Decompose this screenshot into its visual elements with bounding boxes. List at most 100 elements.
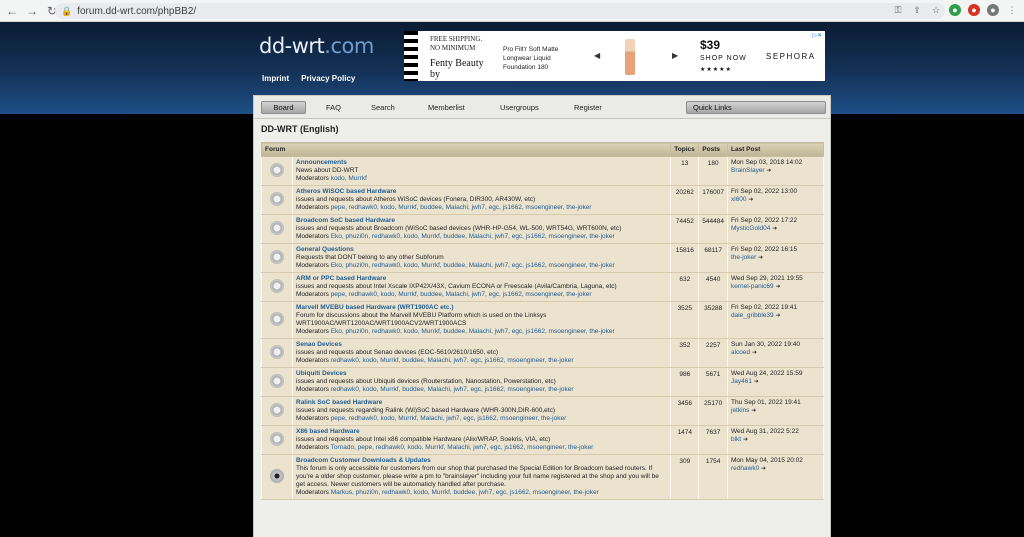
go-to-post-icon[interactable]: ➜ (754, 379, 759, 385)
nav-faq-link[interactable]: FAQ (326, 103, 341, 112)
forum-folder-icon (270, 220, 284, 235)
extension-red-icon[interactable]: ● (968, 4, 980, 16)
forum-name-link[interactable]: Ralink SoC based Hardware (296, 399, 667, 407)
quick-links-button[interactable]: Quick Links (686, 101, 826, 114)
go-to-post-icon[interactable]: ➜ (748, 197, 753, 203)
go-to-post-icon[interactable]: ➜ (761, 466, 766, 472)
moderator-links[interactable]: Tornado, pepe, redhawk0, kodo, Murrkf, M… (331, 444, 594, 451)
last-post-user-link[interactable]: BrainSlayer (731, 167, 765, 174)
forum-name-link[interactable]: Marvell MVEBU based Hardware (WRT1900AC … (296, 304, 667, 312)
moderator-links[interactable]: pepe, redhawk0, kodo, Murrkf, buddee, Ma… (331, 204, 592, 211)
forum-info-cell: ARM or PPC based Hardware issues and requ… (291, 272, 672, 302)
forum-description: This forum is only accessible for custom… (296, 465, 659, 488)
nav-usergroups-link[interactable]: Usergroups (500, 103, 539, 112)
go-to-post-icon[interactable]: ➜ (775, 284, 780, 290)
forum-name-link[interactable]: Atheros WiSOC based Hardware (296, 188, 667, 196)
ad-prev-icon[interactable]: ◀ (594, 51, 600, 60)
forum-status-cell (261, 367, 293, 397)
go-to-post-icon[interactable]: ➜ (751, 408, 756, 414)
last-post-cell: Mon May 04, 2015 20:02 redhawk0 ➜ (727, 454, 824, 500)
moderator-links[interactable]: Markus, phuzi0n, redhawk0, kodo, Murrkf,… (331, 489, 599, 496)
ad-next-icon[interactable]: ▶ (672, 51, 678, 60)
forum-status-cell (261, 425, 293, 455)
forum-name-link[interactable]: Broadcom Customer Downloads & Updates (296, 457, 667, 465)
moderator-links[interactable]: Eko, phuzi0n, redhawk0, kodo, Murrkf, bu… (331, 262, 615, 269)
moderator-links[interactable]: kodo, Murrkf (331, 175, 367, 182)
forum-status-cell (261, 156, 293, 186)
last-post-user-link[interactable]: jetkins (731, 407, 749, 414)
forum-info-cell: X86 based Hardware issues and requests ab… (291, 425, 672, 455)
forum-info-cell: General Questions Requests that DONT belo… (291, 243, 672, 273)
nav-board-button[interactable]: Board (261, 101, 306, 114)
share-icon[interactable]: ⇪ (911, 4, 923, 16)
topics-count: 352 (670, 338, 700, 368)
privacy-policy-link[interactable]: Privacy Policy (301, 74, 355, 83)
last-post-user-link[interactable]: redhawk0 (731, 465, 759, 472)
moderators-label: Moderators (296, 489, 329, 496)
forum-folder-icon (270, 162, 284, 177)
last-post-date: Fri Sep 02, 2022 17:22 (731, 217, 798, 224)
ad-brand: Fenty Beauty by (430, 58, 484, 80)
star-icon[interactable]: ☆ (930, 4, 942, 16)
go-to-post-icon[interactable]: ➜ (758, 255, 763, 261)
forum-info-cell: Broadcom SoC based Hardware issues and re… (291, 214, 672, 244)
last-post-user-link[interactable]: Jay461 (731, 378, 752, 385)
last-post-user-link[interactable]: alcoed (731, 349, 750, 356)
ad-choices-icon[interactable]: ▷✕ (812, 32, 822, 39)
forum-description: issues and requests about Ubiquiti devic… (296, 378, 556, 385)
moderator-links[interactable]: redhawk0, kodo, Murrkf, buddee, Malachi,… (331, 357, 574, 364)
forum-name-link[interactable]: General Questions (296, 246, 667, 254)
forum-name-link[interactable]: Broadcom SoC based Hardware (296, 217, 667, 225)
moderator-links[interactable]: pepe, redhawk0, kodo, Murrkf, Malachi, j… (331, 415, 567, 422)
topics-count: 632 (670, 272, 700, 302)
back-icon[interactable]: ← (4, 3, 20, 19)
extension-green-icon[interactable]: ● (949, 4, 961, 16)
advertisement-banner[interactable]: FREE SHIPPING. NO MINIMUM Fenty Beauty b… (404, 31, 825, 81)
moderator-links[interactable]: Eko, phuzi0n, redhawk0, kodo, Murrkf, bu… (331, 233, 615, 240)
last-post-user-link[interactable]: the-joker (731, 254, 756, 261)
address-bar[interactable]: 🔒 forum.dd-wrt.com/phpBB2/ (55, 3, 945, 19)
last-post-user-link[interactable]: dale_gribble39 (731, 312, 774, 319)
forum-name-link[interactable]: Announcements (296, 159, 667, 167)
forum-name-link[interactable]: X86 based Hardware (296, 428, 667, 436)
last-post-cell: Wed Sep 29, 2021 19:55 kernel-panic69 ➜ (727, 272, 824, 302)
menu-icon[interactable]: ⋮ (1006, 4, 1018, 16)
table-row: Marvell MVEBU based Hardware (WRT1900AC … (261, 301, 824, 339)
topics-count: 986 (670, 367, 700, 397)
board-title[interactable]: DD-WRT (English) (261, 124, 338, 134)
go-to-post-icon[interactable]: ➜ (772, 226, 777, 232)
nav-register-link[interactable]: Register (574, 103, 602, 112)
table-row: Ubiquiti Devices issues and requests abou… (261, 367, 824, 397)
key-icon[interactable]: ⚿ (892, 4, 904, 16)
last-post-user-link[interactable]: kernel-panic69 (731, 283, 774, 290)
nav-search-link[interactable]: Search (371, 103, 395, 112)
last-post-user-link[interactable]: blkt (731, 436, 741, 443)
moderators-label: Moderators (296, 386, 329, 393)
table-row: General Questions Requests that DONT belo… (261, 243, 824, 273)
forward-icon[interactable]: → (24, 3, 40, 19)
last-post-user-link[interactable]: MysticGold04 (731, 225, 770, 232)
extension-gray-icon[interactable]: ● (987, 4, 999, 16)
last-post-user-link[interactable]: xl600 (731, 196, 747, 203)
imprint-link[interactable]: Imprint (262, 74, 289, 83)
site-logo[interactable]: dd-wrt.com (259, 34, 374, 58)
posts-count: 35288 (698, 301, 728, 339)
moderator-links[interactable]: Eko, phuzi0n, redhawk0, kodo, Murrkf, bu… (331, 328, 615, 335)
go-to-post-icon[interactable]: ➜ (752, 350, 757, 356)
moderator-links[interactable]: pepe, redhawk0, kodo, Murrkf, buddee, Ma… (331, 291, 592, 298)
last-post-date: Mon Sep 03, 2018 14:02 (731, 159, 803, 166)
forum-status-cell (261, 396, 293, 426)
header-posts: Posts (698, 142, 728, 157)
last-post-cell: Mon Sep 03, 2018 14:02 BrainSlayer ➜ (727, 156, 824, 186)
ad-shop-now[interactable]: SHOP NOW (700, 55, 747, 62)
forum-name-link[interactable]: ARM or PPC based Hardware (296, 275, 667, 283)
ad-tagline: FREE SHIPPING. NO MINIMUM (430, 35, 483, 52)
go-to-post-icon[interactable]: ➜ (775, 313, 780, 319)
moderator-links[interactable]: redhawk0, kodo, Murrkf, buddee, Malachi,… (331, 386, 574, 393)
go-to-post-icon[interactable]: ➜ (743, 437, 748, 443)
forum-name-link[interactable]: Ubiquiti Devices (296, 370, 667, 378)
go-to-post-icon[interactable]: ➜ (766, 168, 771, 174)
browser-toolbar: ← → ↻ 🔒 forum.dd-wrt.com/phpBB2/ ⚿ ⇪ ☆ ●… (0, 0, 1024, 22)
forum-name-link[interactable]: Senao Devices (296, 341, 667, 349)
nav-memberlist-link[interactable]: Memberlist (428, 103, 465, 112)
